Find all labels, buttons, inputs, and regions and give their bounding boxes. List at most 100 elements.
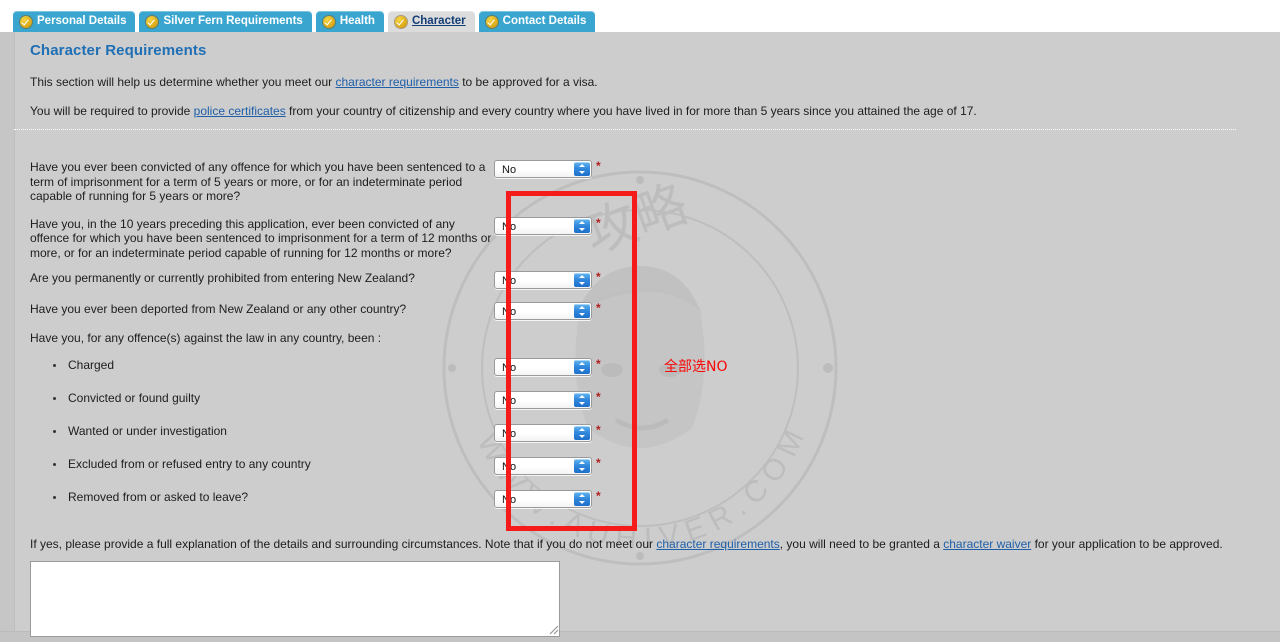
- intro-2-text-before: You will be required to provide: [30, 104, 194, 118]
- explanation-textarea[interactable]: [30, 561, 560, 637]
- answer-cell: No *: [494, 389, 601, 409]
- stepper-arrows-icon[interactable]: [574, 273, 590, 287]
- answer-select-2[interactable]: No: [494, 216, 592, 235]
- question-row: Have you ever been convicted of any offe…: [16, 160, 1266, 204]
- required-asterisk: *: [596, 488, 601, 503]
- answer-cell: No *: [494, 302, 601, 320]
- required-asterisk: *: [596, 455, 601, 470]
- intro-2-text-after: from your country of citizenship and eve…: [285, 104, 977, 118]
- answer-select-1[interactable]: No: [494, 160, 592, 178]
- answer-select-value: No: [502, 460, 517, 473]
- question-label: Have you ever been deported from New Zea…: [30, 302, 407, 316]
- intro-paragraph-1: This section will help us determine whet…: [16, 59, 1266, 90]
- tab-label: Contact Details: [502, 15, 587, 27]
- check-circle-icon: [485, 15, 498, 28]
- answer-select-charged[interactable]: No: [494, 357, 592, 376]
- tab-health[interactable]: Health: [315, 11, 384, 32]
- annotation-note: 全部选NO: [664, 359, 728, 375]
- question-label: Have you, in the 10 years preceding this…: [30, 216, 492, 260]
- form-page: 攻略 W W W . A U H I V E R . C O M Charact…: [0, 30, 1280, 642]
- question-row: Have you ever been deported from New Zea…: [16, 302, 1266, 320]
- stepper-arrows-icon[interactable]: [574, 304, 590, 318]
- tab-character[interactable]: Character: [387, 11, 475, 32]
- answer-select-value: No: [502, 394, 517, 407]
- answer-select-value: No: [502, 275, 517, 287]
- answer-select-value: No: [502, 427, 517, 440]
- answer-cell: No *: [494, 422, 601, 442]
- required-asterisk: *: [596, 215, 601, 230]
- question-label: Wanted or under investigation: [16, 424, 494, 439]
- tab-list: Personal Details Silver Fern Requirement…: [0, 0, 1280, 32]
- tab-silver-fern-requirements[interactable]: Silver Fern Requirements: [139, 11, 312, 32]
- question-group-heading-row: Have you, for any offence(s) against the…: [16, 331, 1266, 346]
- question-group-heading: Have you, for any offence(s) against the…: [30, 331, 382, 345]
- tab-label: Silver Fern Requirements: [163, 15, 303, 27]
- question-row: Excluded from or refused entry to any co…: [16, 455, 1266, 475]
- question-row: Convicted or found guilty No *: [16, 389, 1266, 409]
- answer-cell: No *: [494, 271, 601, 289]
- required-asterisk: *: [596, 356, 601, 371]
- question-label: Have you ever been convicted of any offe…: [30, 160, 486, 203]
- explanation-part-1: If yes, please provide a full explanatio…: [30, 537, 657, 551]
- question-row: Wanted or under investigation No *: [16, 422, 1266, 442]
- question-label: Convicted or found guilty: [16, 391, 494, 406]
- stepper-arrows-icon[interactable]: [574, 359, 590, 374]
- tab-label: Personal Details: [37, 15, 127, 27]
- required-asterisk: *: [596, 422, 601, 437]
- answer-select-value: No: [502, 164, 517, 176]
- answer-cell: No *: [494, 488, 601, 508]
- answer-select-3[interactable]: No: [494, 271, 592, 289]
- explanation-text: If yes, please provide a full explanatio…: [30, 537, 1250, 552]
- intro-paragraph-2: You will be required to provide police c…: [16, 90, 1266, 119]
- question-label: Are you permanently or currently prohibi…: [30, 271, 415, 285]
- police-certificates-link[interactable]: police certificates: [194, 104, 286, 118]
- required-asterisk: *: [596, 389, 601, 404]
- tab-label: Character: [411, 15, 466, 27]
- tab-contact-details[interactable]: Contact Details: [478, 11, 596, 32]
- tab-bar: Personal Details Silver Fern Requirement…: [0, 0, 1280, 32]
- check-circle-icon: [394, 15, 407, 28]
- question-row: Are you permanently or currently prohibi…: [16, 271, 1266, 289]
- section-divider: [14, 129, 1236, 130]
- answer-select-4[interactable]: No: [494, 302, 592, 320]
- answer-select-excluded[interactable]: No: [494, 456, 592, 475]
- page-title: Character Requirements: [30, 42, 207, 59]
- tab-label: Health: [339, 15, 375, 27]
- answer-select-value: No: [502, 493, 517, 506]
- stepper-arrows-icon[interactable]: [574, 491, 590, 506]
- required-asterisk: *: [596, 159, 601, 173]
- question-row: Have you, in the 10 years preceding this…: [16, 215, 1266, 261]
- required-asterisk: *: [596, 301, 601, 315]
- check-circle-icon: [20, 15, 32, 28]
- question-row: Removed from or asked to leave? No *: [16, 488, 1266, 508]
- character-waiver-link[interactable]: character waiver: [943, 537, 1031, 551]
- answer-select-removed[interactable]: No: [494, 489, 592, 508]
- check-circle-icon: [322, 15, 335, 28]
- check-circle-icon: [146, 15, 159, 28]
- tab-personal-details[interactable]: Personal Details: [13, 11, 136, 32]
- character-requirements-link[interactable]: character requirements: [335, 75, 458, 89]
- stepper-arrows-icon[interactable]: [574, 162, 590, 176]
- answer-cell: No *: [494, 160, 601, 178]
- answer-cell: No *: [494, 215, 601, 235]
- question-row: Charged No *: [16, 356, 1266, 376]
- question-label: Excluded from or refused entry to any co…: [16, 457, 494, 472]
- answer-select-value: No: [502, 220, 517, 233]
- answer-select-value: No: [502, 306, 517, 318]
- answer-select-wanted[interactable]: No: [494, 423, 592, 442]
- explanation-part-2: , you will need to be granted a: [779, 537, 944, 551]
- stepper-arrows-icon[interactable]: [574, 425, 590, 440]
- stepper-arrows-icon[interactable]: [574, 392, 590, 407]
- answer-cell: No *: [494, 455, 601, 475]
- character-requirements-link-2[interactable]: character requirements: [656, 537, 779, 551]
- stepper-arrows-icon[interactable]: [574, 218, 590, 233]
- required-asterisk: *: [596, 270, 601, 284]
- intro-1-text-after: to be approved for a visa.: [458, 75, 598, 89]
- question-label: Charged: [16, 358, 494, 373]
- explanation-part-3: for your application to be approved.: [1031, 537, 1223, 551]
- stepper-arrows-icon[interactable]: [574, 458, 590, 473]
- left-gutter: [0, 30, 15, 642]
- answer-select-convicted[interactable]: No: [494, 390, 592, 409]
- questions-list: Have you ever been convicted of any offe…: [16, 160, 1266, 508]
- content-area: Character Requirements This section will…: [16, 30, 1266, 119]
